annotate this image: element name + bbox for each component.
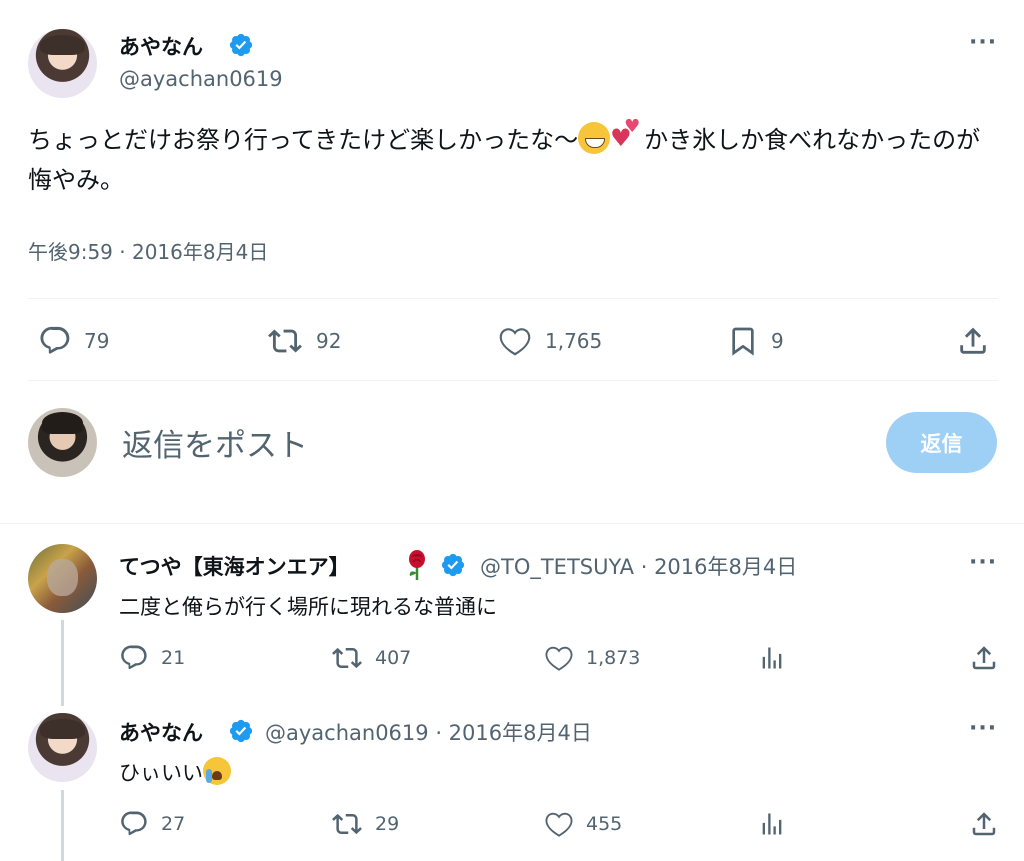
- repost-icon: [268, 329, 302, 353]
- share-action[interactable]: [956, 324, 990, 358]
- like-count: 455: [586, 813, 623, 835]
- reply-submit-button[interactable]: 返信: [886, 412, 997, 473]
- reply-text: ひぃいい: [119, 757, 231, 787]
- more-options-icon[interactable]: ···: [969, 716, 997, 741]
- like-action[interactable]: 455: [544, 809, 622, 839]
- like-action[interactable]: 1,873: [544, 643, 640, 673]
- bookmark-icon: [732, 327, 754, 356]
- repost-action[interactable]: 29: [331, 809, 399, 839]
- reply-action[interactable]: 27: [119, 809, 185, 839]
- repost-action[interactable]: 92: [266, 324, 341, 358]
- divider: [28, 380, 998, 381]
- share-action[interactable]: [969, 809, 999, 839]
- reply-action[interactable]: 79: [38, 324, 109, 358]
- grinning-face-icon: [578, 122, 611, 154]
- divider: [28, 298, 998, 299]
- like-action[interactable]: 1,765: [497, 324, 602, 358]
- rose-icon: [405, 549, 429, 581]
- views-action[interactable]: [758, 643, 786, 673]
- thread-line: [61, 620, 64, 706]
- repost-count: 92: [316, 329, 342, 353]
- author-display-name[interactable]: あやなん: [119, 31, 203, 61]
- verified-badge-icon: [228, 718, 254, 748]
- reply-icon: [40, 326, 70, 354]
- author-avatar[interactable]: [28, 29, 97, 98]
- more-options-icon[interactable]: ···: [969, 30, 997, 55]
- reply-author-handle-time[interactable]: @ayachan0619 · 2016年8月4日: [265, 717, 592, 747]
- reply-author-avatar[interactable]: [28, 544, 97, 613]
- repost-count: 29: [375, 813, 400, 835]
- reply-author-name[interactable]: あやなん: [119, 717, 203, 747]
- repost-icon: [332, 813, 362, 835]
- current-user-avatar[interactable]: [28, 408, 97, 477]
- share-action[interactable]: [969, 643, 999, 673]
- two-hearts-icon: [610, 118, 644, 154]
- thread-line: [61, 790, 64, 861]
- reply-icon: [121, 811, 147, 836]
- share-icon: [960, 327, 986, 354]
- reply-author-avatar[interactable]: [28, 713, 97, 782]
- views-chart-icon: [762, 813, 782, 835]
- heart-icon: [545, 812, 573, 837]
- reply-author-handle-time[interactable]: @TO_TETSUYA · 2016年8月4日: [480, 551, 797, 581]
- repost-icon: [332, 647, 362, 669]
- post-text: ちょっとだけお祭り行ってきたけど楽しかったな〜かき氷しか食べれなかったのが悔やみ…: [28, 118, 998, 200]
- loudly-crying-face-icon: [203, 757, 231, 785]
- post-timestamp[interactable]: 午後9:59 · 2016年8月4日: [28, 236, 268, 265]
- bookmark-action[interactable]: 9: [727, 324, 784, 358]
- reply-text: 二度と俺らが行く場所に現れるな普通に: [119, 595, 497, 619]
- reply-count: 21: [161, 647, 186, 669]
- verified-badge-icon: [228, 32, 254, 62]
- reply-count: 79: [84, 329, 110, 353]
- views-chart-icon: [762, 647, 782, 669]
- heart-icon: [499, 328, 531, 356]
- author-handle[interactable]: @ayachan0619: [119, 67, 283, 91]
- divider: [0, 523, 1024, 524]
- reply-count: 27: [161, 813, 186, 835]
- reply-text-content: ひぃいい: [119, 761, 203, 785]
- reply-action[interactable]: 21: [119, 643, 185, 673]
- verified-badge-icon: [440, 552, 466, 582]
- repost-count: 407: [375, 647, 412, 669]
- share-icon: [972, 646, 996, 670]
- heart-icon: [545, 646, 573, 671]
- more-options-icon[interactable]: ···: [969, 550, 997, 575]
- repost-action[interactable]: 407: [331, 643, 411, 673]
- views-action[interactable]: [758, 809, 786, 839]
- reply-input[interactable]: 返信をポスト: [122, 420, 308, 465]
- post-text-part1: ちょっとだけお祭り行ってきたけど楽しかったな〜: [28, 126, 579, 154]
- reply-author-name[interactable]: てつや【東海オンエア】: [119, 551, 350, 581]
- bookmark-count: 9: [771, 329, 784, 353]
- like-count: 1,873: [586, 647, 641, 669]
- share-icon: [972, 812, 996, 836]
- like-count: 1,765: [545, 329, 603, 353]
- reply-icon: [121, 645, 147, 670]
